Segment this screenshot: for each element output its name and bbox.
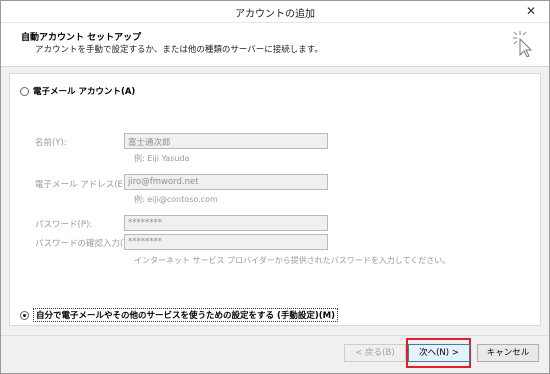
header-panel: 自動アカウント セットアップ アカウントを手動で設定するか、または他の種類のサー…: [1, 23, 549, 67]
content-panel: 電子メール アカウント(A) 名前(Y): 富士通次郎 例: Eiji Yasu…: [9, 73, 541, 326]
window-title: アカウントの追加: [235, 9, 315, 20]
back-button[interactable]: < 戻る(B): [344, 344, 406, 362]
email-account-radio[interactable]: [20, 86, 29, 96]
title-bar: アカウントの追加 ✕: [1, 1, 549, 23]
close-button[interactable]: ✕: [519, 1, 543, 21]
manual-setup-radio[interactable]: [20, 310, 29, 320]
name-label: 名前(Y):: [35, 138, 67, 148]
password-field[interactable]: ********: [124, 215, 328, 231]
next-button[interactable]: 次へ(N) >: [408, 344, 470, 362]
email-address-field[interactable]: jiro@fmword.net: [124, 174, 328, 190]
email-account-option[interactable]: 電子メール アカウント(A): [20, 85, 135, 97]
manual-setup-label: 自分で電子メールやその他のサービスを使うための設定をする (手動設定)(M): [33, 308, 338, 322]
footer-divider: [1, 335, 549, 336]
email-hint: 例: eiji@contoso.com: [134, 195, 218, 204]
header-description: アカウントを手動で設定するか、または他の種類のサーバーに接続します。: [35, 45, 323, 55]
click-cursor-icon: [513, 31, 533, 57]
add-account-dialog: アカウントの追加 ✕ 自動アカウント セットアップ アカウントを手動で設定するか…: [0, 0, 550, 374]
header-title: 自動アカウント セットアップ: [21, 33, 142, 43]
name-field[interactable]: 富士通次郎: [124, 133, 328, 149]
password-confirm-field[interactable]: ********: [124, 234, 328, 250]
email-account-label: 電子メール アカウント(A): [33, 87, 136, 97]
name-hint: 例: Eiji Yasuda: [134, 154, 190, 163]
password-hint: インターネット サービス プロバイダーから提供されたパスワードを入力してください…: [134, 256, 451, 265]
email-address-label: 電子メール アドレス(E):: [35, 180, 130, 190]
password-label: パスワード(P):: [35, 220, 93, 230]
manual-setup-option[interactable]: 自分で電子メールやその他のサービスを使うための設定をする (手動設定)(M): [20, 308, 338, 322]
cancel-button[interactable]: キャンセル: [477, 344, 539, 362]
password-confirm-label: パスワードの確認入力(T):: [35, 239, 135, 249]
